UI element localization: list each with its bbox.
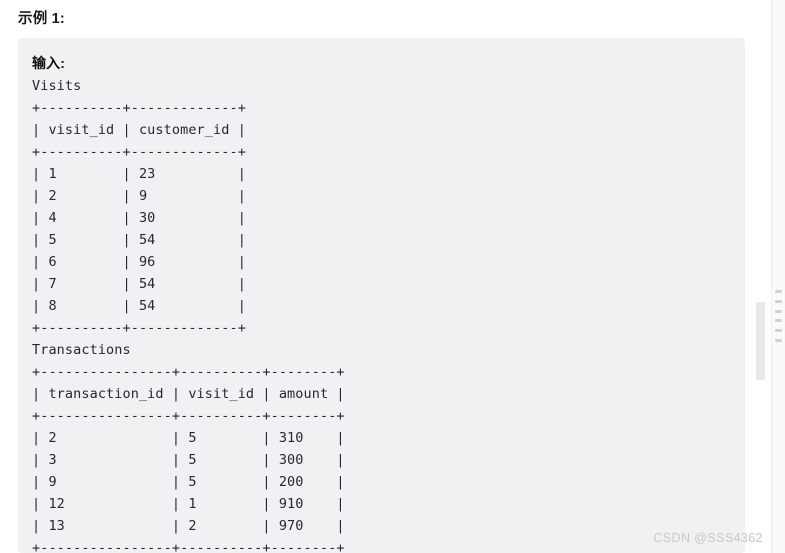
inner-scrollbar-thumb[interactable] [756, 302, 765, 380]
code-line: +----------------+----------+--------+ [32, 364, 345, 380]
code-line: Visits [32, 78, 82, 94]
code-line: | 1 | 23 | [32, 166, 246, 182]
scrollbar-grip-line [775, 290, 782, 293]
code-line: | 9 | 5 | 200 | [32, 474, 345, 490]
code-line: +----------+-------------+ [32, 320, 246, 336]
code-line: | 5 | 54 | [32, 232, 246, 248]
code-line: +----------+-------------+ [32, 144, 246, 160]
code-line: +----------------+----------+--------+ [32, 540, 345, 553]
page-title: 示例 1: [18, 11, 65, 27]
code-line: | 4 | 30 | [32, 210, 246, 226]
code-line: | 2 | 5 | 310 | [32, 430, 345, 446]
page-scrollbar-track[interactable] [771, 0, 785, 553]
scrollbar-grip-line [775, 309, 782, 313]
code-line: | transaction_id | visit_id | amount | [32, 386, 345, 402]
scrollbar-grip-line [775, 319, 782, 323]
code-line: +----------------+----------+--------+ [32, 408, 345, 424]
code-line: +----------+-------------+ [32, 100, 246, 116]
scrollbar-grip-line [775, 338, 782, 342]
input-label: 输入: [32, 55, 65, 71]
scrollbar-grip-line [775, 329, 782, 333]
page-scrollbar-thumb[interactable] [775, 290, 782, 342]
code-block: 输入: Visits +----------+-------------+ | … [18, 38, 745, 553]
code-line: | 8 | 54 | [32, 298, 246, 314]
code-line: | 3 | 5 | 300 | [32, 452, 345, 468]
code-line: | visit_id | customer_id | [32, 122, 246, 138]
code-line: | 7 | 54 | [32, 276, 246, 292]
code-line: | 2 | 9 | [32, 188, 246, 204]
code-line: Transactions [32, 342, 131, 358]
csdn-watermark: CSDN @SSS4362 [653, 531, 763, 545]
code-line: | 6 | 96 | [32, 254, 246, 270]
scrollbar-grip-line [775, 299, 782, 303]
code-line: | 13 | 2 | 970 | [32, 518, 345, 534]
code-line: | 12 | 1 | 910 | [32, 496, 345, 512]
